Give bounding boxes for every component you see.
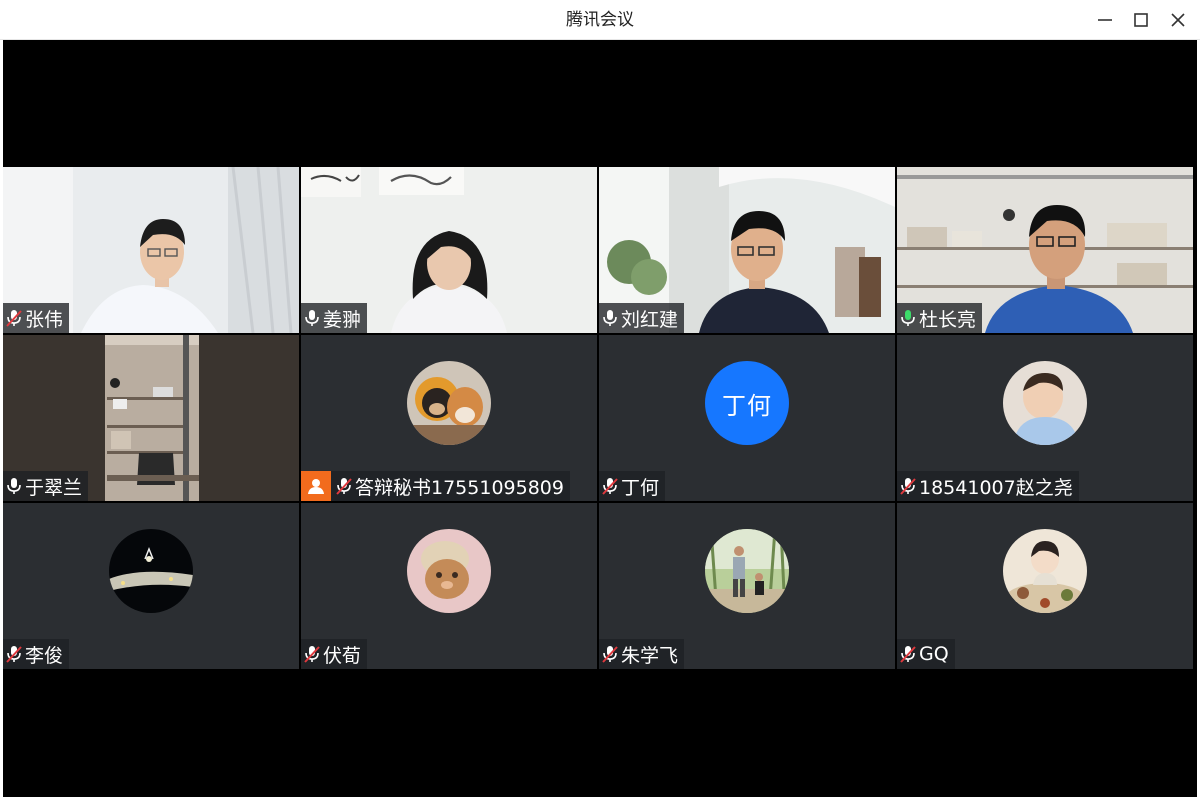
participant-grid: 张伟 姜翀 刘红建 杜长亮 于翠兰 答辩秘书17551095809 丁何 丁何 … (3, 167, 1197, 671)
mic-muted-icon (601, 644, 619, 664)
close-icon (1171, 13, 1185, 27)
mic-icon (5, 476, 23, 496)
participant-tile[interactable]: 朱学飞 (599, 503, 895, 669)
close-button[interactable] (1162, 5, 1194, 35)
profile-avatar (1003, 361, 1087, 445)
participant-nameplate: 姜翀 (301, 303, 368, 333)
participant-tile[interactable]: 张伟 (3, 167, 299, 333)
mic-muted-icon (335, 476, 353, 496)
participant-nameplate: 杜长亮 (897, 303, 983, 333)
video-stage: 张伟 姜翀 刘红建 杜长亮 于翠兰 答辩秘书17551095809 丁何 丁何 … (3, 40, 1197, 797)
mic-muted-icon (899, 644, 917, 664)
participant-tile[interactable]: 于翠兰 (3, 335, 299, 501)
participant-name: 18541007赵之尧 (919, 476, 1073, 499)
participant-tile[interactable]: 姜翀 (301, 167, 597, 333)
participant-tile[interactable]: GQ (897, 503, 1193, 669)
participant-tile[interactable]: 刘红建 (599, 167, 895, 333)
participant-name: 杜长亮 (919, 308, 977, 331)
mic-icon (601, 308, 619, 328)
participant-nameplate: 朱学飞 (599, 639, 685, 669)
profile-avatar (109, 529, 193, 613)
mic-muted-icon (5, 308, 23, 328)
participant-nameplate: GQ (897, 639, 955, 669)
maximize-button[interactable] (1125, 5, 1157, 35)
mic-muted-icon (5, 644, 23, 664)
profile-avatar (705, 529, 789, 613)
participant-tile[interactable]: 18541007赵之尧 (897, 335, 1193, 501)
participant-nameplate: 答辩秘书17551095809 (301, 471, 570, 501)
participant-nameplate: 于翠兰 (3, 471, 89, 501)
participant-nameplate: 张伟 (3, 303, 70, 333)
host-badge-icon (301, 471, 331, 501)
mic-speaking-icon (899, 308, 917, 328)
participant-nameplate: 18541007赵之尧 (897, 471, 1079, 501)
participant-name: 姜翀 (323, 308, 362, 331)
mic-icon (303, 308, 321, 328)
participant-name: 刘红建 (621, 308, 679, 331)
window-title: 腾讯会议 (566, 10, 634, 30)
maximize-icon (1134, 13, 1148, 27)
participant-name: 朱学飞 (621, 644, 679, 667)
participant-tile[interactable]: 伏荀 (301, 503, 597, 669)
text-avatar: 丁何 (705, 361, 789, 445)
participant-name: 丁何 (621, 476, 660, 499)
participant-nameplate: 李俊 (3, 639, 70, 669)
participant-tile[interactable]: 答辩秘书17551095809 (301, 335, 597, 501)
minimize-icon (1098, 19, 1112, 21)
mic-muted-icon (303, 644, 321, 664)
participant-nameplate: 刘红建 (599, 303, 685, 333)
participant-name: GQ (919, 643, 949, 665)
participant-tile[interactable]: 李俊 (3, 503, 299, 669)
participant-name: 于翠兰 (25, 476, 83, 499)
participant-name: 张伟 (25, 308, 64, 331)
title-bar[interactable]: 腾讯会议 (0, 0, 1200, 40)
profile-avatar (407, 529, 491, 613)
profile-avatar (1003, 529, 1087, 613)
participant-name: 伏荀 (323, 644, 362, 667)
profile-avatar (407, 361, 491, 445)
participant-name: 答辩秘书17551095809 (355, 476, 564, 499)
participant-nameplate: 伏荀 (301, 639, 368, 669)
meeting-window: 腾讯会议 张伟 姜翀 刘红建 杜长亮 于翠兰 答辩秘书17551095809 丁… (0, 0, 1200, 800)
mic-muted-icon (899, 476, 917, 496)
minimize-button[interactable] (1089, 5, 1121, 35)
mic-muted-icon (601, 476, 619, 496)
participant-name: 李俊 (25, 644, 64, 667)
participant-tile[interactable]: 丁何 丁何 (599, 335, 895, 501)
participant-tile-active-speaker[interactable]: 杜长亮 (897, 167, 1193, 333)
participant-nameplate: 丁何 (599, 471, 666, 501)
